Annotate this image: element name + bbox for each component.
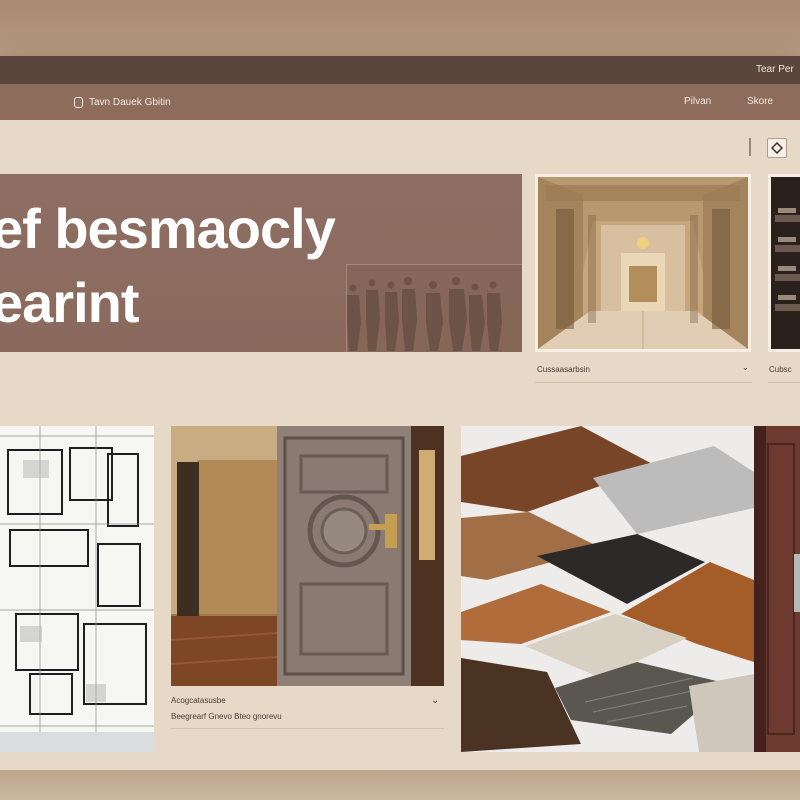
floor-plan-illustration [0,426,154,752]
main-navigation: Tavn Dauek Gbitin Pilvan Skore [0,84,800,120]
floor-plan-image[interactable] [0,426,154,752]
material-samples-image[interactable] [461,426,754,752]
background-shadow-bottom [0,770,800,800]
hero-banner: ef besmaocly earint [0,174,522,352]
door-caption-title: Acogcatasusbe [171,696,226,705]
hero-photo-panel [346,264,522,352]
samples-illustration [461,426,754,752]
diamond-icon [771,142,783,154]
ornate-hallway-illustration [538,177,748,349]
brand[interactable]: Tavn Dauek Gbitin [74,95,171,109]
chevron-icon[interactable]: ⌄ [742,363,749,372]
door-divider [171,728,444,729]
door-action-icon[interactable]: ⌄ [431,695,439,706]
dark-door-image[interactable] [754,426,800,752]
display-shelves-image[interactable] [768,174,800,352]
hallway-caption: Cussaasarbsin [537,365,590,374]
nav-item-store[interactable]: Skore [747,96,773,107]
browser-screen: Tear Per Tavn Dauek Gbitin Pilvan Skore … [0,56,800,770]
shelves-divider [768,382,800,383]
nav-item-services[interactable]: Pilvan [684,96,711,107]
door-caption-subtitle: Beegrearf Gnevo Bteo gnorevu [171,712,282,721]
brand-name: Tavn Dauek Gbitin [89,96,171,108]
door-image[interactable] [171,426,444,686]
shelves-caption: Cubsc [769,365,792,374]
background-shadow-top [0,0,800,56]
hallway-image[interactable] [535,174,751,352]
door-icon [74,96,83,108]
dark-door-illustration [754,426,800,752]
top-utility-bar: Tear Per [0,56,800,84]
shelves-illustration [771,177,800,349]
people-silhouettes [347,277,502,351]
door-illustration [171,426,444,686]
toolbar-divider [749,138,751,156]
top-utility-link[interactable]: Tear Per [756,64,800,75]
hero-title-line-1: ef besmaocly [0,197,336,260]
settings-button[interactable] [767,138,787,158]
hallway-divider [535,382,752,383]
